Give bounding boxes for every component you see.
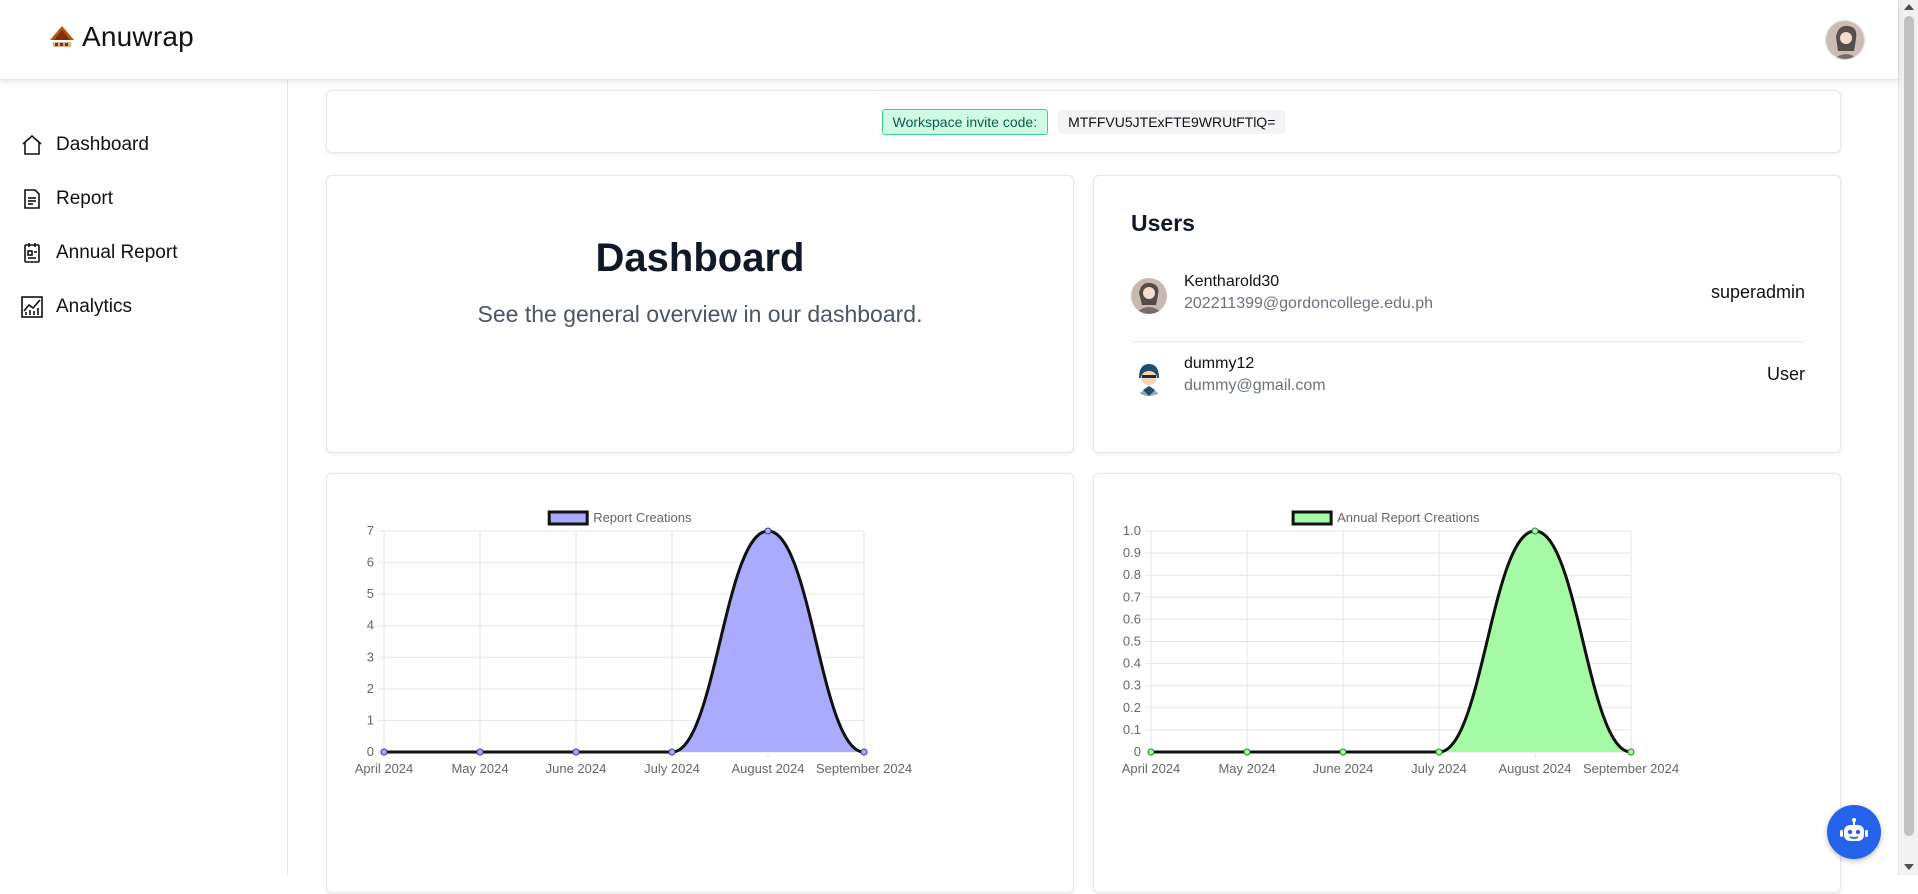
house-logo-icon xyxy=(50,26,74,47)
top-bar: Anuwrap xyxy=(0,0,1898,80)
data-point xyxy=(1435,748,1443,756)
sidebar: Dashboard Report Annual Report Analytics xyxy=(0,80,288,875)
sidebar-item-report[interactable]: Report xyxy=(20,187,113,211)
x-tick-label: June 2024 xyxy=(546,761,607,776)
legend-swatch xyxy=(547,510,589,526)
y-tick-label: 5 xyxy=(367,586,374,601)
x-tick-label: July 2024 xyxy=(1411,761,1467,776)
document-icon xyxy=(24,189,40,209)
data-point xyxy=(380,748,388,756)
scrollbar[interactable] xyxy=(1898,0,1918,875)
data-point xyxy=(572,748,580,756)
report-chart-card: 0 1 2 3 4 5 6 7 April 2024 May 2024 June 2024 July … xyxy=(326,473,1074,893)
calendar-report-icon xyxy=(24,243,40,263)
user-email: 202211399@gordoncollege.edu.ph xyxy=(1184,295,1434,312)
list-item[interactable]: dummy12 dummy@gmail.com User xyxy=(1131,342,1805,424)
user-avatar-icon[interactable] xyxy=(1825,20,1865,60)
sidebar-item-label: Report xyxy=(56,188,114,209)
invite-card: Workspace invite code: MTFFVU5JTExFTE9WR… xyxy=(326,90,1841,153)
x-tick-label: May 2024 xyxy=(1218,761,1275,776)
main-content: Workspace invite code: MTFFVU5JTExFTE9WR… xyxy=(289,80,1898,893)
sidebar-item-annual-report[interactable]: Annual Report xyxy=(20,241,177,265)
user-name: Kentharold30 xyxy=(1184,273,1280,290)
y-tick-label: 0.4 xyxy=(1123,656,1141,671)
y-tick-label: 4 xyxy=(367,618,374,633)
y-tick-label: 0.6 xyxy=(1123,611,1141,626)
data-point xyxy=(1339,748,1347,756)
data-point xyxy=(860,748,868,756)
y-tick-label: 6 xyxy=(367,555,374,570)
y-tick-label: 0.9 xyxy=(1123,545,1141,560)
y-tick-label: 1 xyxy=(367,712,374,727)
y-tick-label: 0 xyxy=(367,744,374,759)
home-icon xyxy=(22,134,42,155)
page-subtitle: See the general overview in our dashboar… xyxy=(477,301,923,327)
user-role: superadmin xyxy=(1710,282,1805,302)
sidebar-item-analytics[interactable]: Analytics xyxy=(20,295,132,319)
x-tick-label: May 2024 xyxy=(451,761,508,776)
scroll-down-arrow-icon[interactable] xyxy=(1904,864,1914,870)
data-point xyxy=(668,748,676,756)
user-name: dummy12 xyxy=(1184,355,1255,372)
chart-icon xyxy=(21,296,43,318)
y-tick-label: 0 xyxy=(1134,744,1141,759)
data-point xyxy=(1243,748,1251,756)
invite-code[interactable]: MTFFVU5JTExFTE9WRUtFTlQ= xyxy=(1058,109,1286,134)
y-tick-label: 7 xyxy=(367,523,374,538)
sidebar-item-label: Analytics xyxy=(56,296,133,317)
x-tick-label: April 2024 xyxy=(1122,761,1181,776)
brand[interactable]: Anuwrap xyxy=(48,22,194,52)
users-title: Users xyxy=(1131,210,1195,236)
users-card: Users Kentharold30 202211399@gordoncolle… xyxy=(1093,175,1841,453)
legend-swatch xyxy=(1291,510,1333,526)
x-tick-label: June 2024 xyxy=(1313,761,1374,776)
avatar xyxy=(1131,360,1167,396)
avatar xyxy=(1131,278,1167,314)
legend-label: Annual Report Creations xyxy=(1337,510,1480,525)
y-tick-label: 0.8 xyxy=(1123,567,1141,582)
data-point xyxy=(1147,748,1155,756)
scroll-thumb[interactable] xyxy=(1904,16,1914,836)
x-tick-label: August 2024 xyxy=(731,761,804,776)
sidebar-item-label: Annual Report xyxy=(56,242,178,263)
scroll-up-arrow-icon[interactable] xyxy=(1904,4,1914,10)
user-email: dummy@gmail.com xyxy=(1184,377,1326,394)
list-item[interactable]: Kentharold30 202211399@gordoncollege.edu… xyxy=(1131,260,1805,342)
annual-report-creations-chart: 0 0.1 0.2 0.3 0.4 0.5 0.6 0.7 0.8 0.9 1.0 April 202… xyxy=(1122,510,1679,776)
x-tick-label: September 2024 xyxy=(816,761,912,776)
page-title: Dashboard xyxy=(595,236,805,280)
sidebar-item-label: Dashboard xyxy=(56,134,149,155)
y-tick-label: 1.0 xyxy=(1123,523,1141,538)
annual-report-chart-card: 0 0.1 0.2 0.3 0.4 0.5 0.6 0.7 0.8 0.9 1.0 April 202… xyxy=(1093,473,1841,893)
brand-name: Anuwrap xyxy=(82,21,194,52)
robot-icon xyxy=(1840,818,1868,841)
user-role: User xyxy=(1766,364,1805,384)
y-tick-label: 3 xyxy=(367,649,374,664)
y-tick-label: 2 xyxy=(367,681,374,696)
y-tick-label: 0.7 xyxy=(1123,589,1141,604)
x-tick-label: April 2024 xyxy=(355,761,414,776)
x-tick-label: September 2024 xyxy=(1583,761,1679,776)
y-tick-label: 0.5 xyxy=(1123,634,1141,649)
x-tick-label: July 2024 xyxy=(644,761,700,776)
data-point xyxy=(1627,748,1635,756)
data-point xyxy=(476,748,484,756)
y-tick-label: 0.3 xyxy=(1123,678,1141,693)
y-tick-label: 0.1 xyxy=(1123,722,1141,737)
data-point xyxy=(764,527,772,535)
legend-label: Report Creations xyxy=(593,510,692,525)
dashboard-card: Dashboard See the general overview in ou… xyxy=(326,175,1074,453)
y-tick-label: 0.2 xyxy=(1123,700,1141,715)
area-fill xyxy=(384,531,864,752)
chatbot-button[interactable] xyxy=(1827,805,1881,859)
x-tick-label: August 2024 xyxy=(1498,761,1571,776)
invite-label: Workspace invite code: xyxy=(881,108,1049,135)
data-point xyxy=(1531,527,1539,535)
sidebar-item-dashboard[interactable]: Dashboard xyxy=(20,133,149,157)
report-creations-chart: 0 1 2 3 4 5 6 7 April 2024 May 2024 June 2024 July … xyxy=(355,510,912,776)
